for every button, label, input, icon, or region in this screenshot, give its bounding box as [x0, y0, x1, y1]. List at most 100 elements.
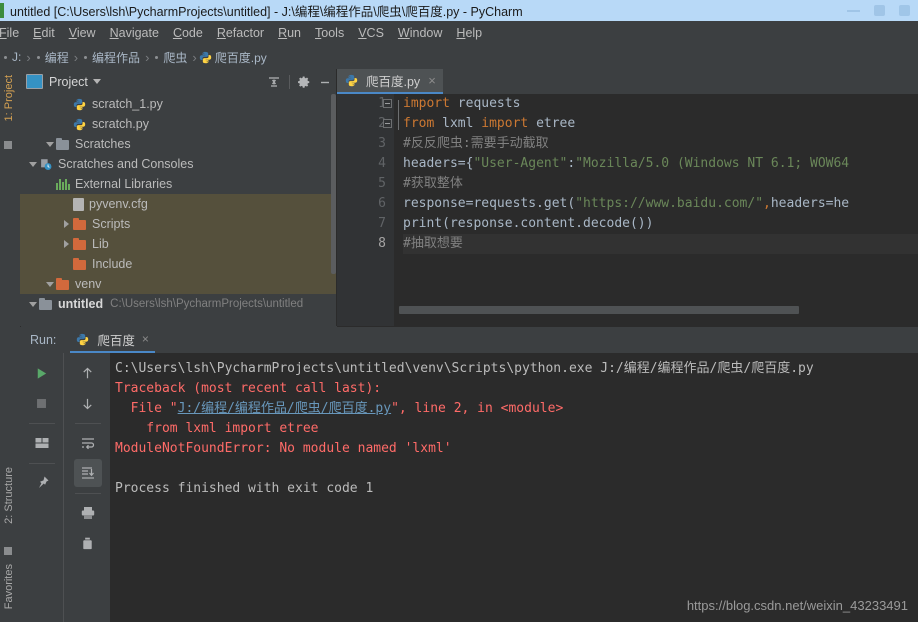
- tree-node-scratch-py[interactable]: scratch.py: [20, 114, 336, 134]
- menu-item-help[interactable]: Help: [449, 24, 489, 42]
- rerun-icon[interactable]: [28, 359, 56, 387]
- tree-node-include[interactable]: Include: [20, 254, 336, 274]
- tree-toggle-expanded[interactable]: [26, 301, 39, 307]
- scratches-icon: [39, 158, 53, 171]
- menu-item-file[interactable]: File: [0, 24, 26, 42]
- breadcrumb-dot: [4, 55, 7, 59]
- tree-toggle-collapsed[interactable]: [60, 240, 73, 248]
- menu-item-tools[interactable]: Tools: [308, 24, 351, 42]
- chevron-down-icon[interactable]: [92, 79, 101, 84]
- soft-wrap-icon[interactable]: [74, 429, 102, 457]
- tool-window-button-project[interactable]: 1: Project: [3, 75, 15, 121]
- tree-toggle-expanded[interactable]: [43, 141, 56, 147]
- tree-toggle-collapsed[interactable]: [60, 220, 73, 228]
- tool-window-button-structure[interactable]: 2: Structure: [3, 467, 15, 524]
- down-arrow-icon[interactable]: [74, 389, 102, 417]
- trash-icon[interactable]: [74, 529, 102, 557]
- breadcrumb-item-2[interactable]: 编程作品 ›: [80, 49, 151, 66]
- layout-icon[interactable]: [28, 429, 56, 457]
- breadcrumb-item-4[interactable]: 爬百度.py: [199, 49, 267, 66]
- tree-node-label: Lib: [92, 237, 109, 251]
- editor-tab-active[interactable]: 爬百度.py ×: [337, 69, 443, 94]
- editor-body[interactable]: 12345678 import requestsfrom lxml import…: [337, 94, 918, 326]
- run-console-output[interactable]: C:\Users\lsh\PycharmProjects\untitled\ve…: [110, 353, 918, 622]
- code-token: import: [403, 96, 450, 111]
- tree-node-external-libraries[interactable]: External Libraries: [20, 174, 336, 194]
- console-file-link[interactable]: J:/编程/编程作品/爬虫/爬百度.py: [178, 401, 391, 416]
- breadcrumb-item-1[interactable]: 编程 ›: [33, 49, 80, 66]
- breadcrumb-label: 爬百度.py: [214, 50, 267, 65]
- line-number: 4: [378, 156, 386, 171]
- code-content[interactable]: import requests from lxml import etree #反反…: [394, 94, 918, 326]
- folder-icon: [73, 257, 87, 270]
- breadcrumb-label: 编程作品: [92, 50, 141, 65]
- hide-icon[interactable]: [315, 72, 335, 92]
- code-token: "Mozilla/5.0 (Windows NT 6.1; WOW64: [575, 156, 850, 171]
- editor-horizontal-scrollbar[interactable]: [399, 306, 904, 314]
- breadcrumb-separator: ›: [73, 49, 79, 65]
- breadcrumb-item-0[interactable]: J: ›: [0, 50, 33, 65]
- code-token: #抽取想要: [403, 236, 463, 251]
- console-line: Traceback (most recent call last):: [115, 379, 918, 399]
- code-line: response=requests.get("https://www.baidu…: [403, 194, 918, 214]
- tree-toggle-expanded[interactable]: [26, 161, 39, 167]
- run-tool-window: Run: 爬百度 × C:\Users\lsh\PycharmProjects\…: [20, 327, 918, 622]
- close-button[interactable]: [899, 5, 910, 16]
- stop-icon[interactable]: [28, 389, 56, 417]
- code-token: headers={: [403, 156, 474, 171]
- project-panel-header: Project: [20, 69, 336, 94]
- breadcrumb-dot: [84, 55, 88, 59]
- menu-item-refactor[interactable]: Refactor: [210, 24, 271, 42]
- code-token: from: [403, 116, 435, 131]
- tree-toggle-expanded[interactable]: [43, 281, 56, 287]
- tree-node-scripts[interactable]: Scripts: [20, 214, 336, 234]
- print-icon[interactable]: [74, 499, 102, 527]
- menu-item-window[interactable]: Window: [391, 24, 449, 42]
- run-configuration-tab[interactable]: 爬百度 ×: [70, 327, 155, 353]
- close-icon[interactable]: ×: [428, 73, 436, 88]
- breadcrumb-separator: ›: [145, 49, 150, 65]
- gear-icon[interactable]: [294, 72, 314, 92]
- tree-node-scratches-and-consoles[interactable]: Scratches and Consoles: [20, 154, 336, 174]
- project-panel-title: Project: [49, 74, 88, 89]
- left-tool-window-strip: 1: Project 2: Structure Favorites: [0, 69, 21, 622]
- code-line: from lxml import etree: [403, 114, 918, 134]
- up-arrow-icon[interactable]: [74, 359, 102, 387]
- console-text: ", line 2, in <module>: [391, 401, 564, 416]
- editor-gutter[interactable]: 12 3 4 5 6 7 8: [337, 94, 394, 326]
- maximize-button[interactable]: [874, 5, 885, 16]
- tree-node-lib[interactable]: Lib: [20, 234, 336, 254]
- menu-item-edit[interactable]: Edit: [26, 24, 62, 42]
- console-line: C:\Users\lsh\PycharmProjects\untitled\ve…: [115, 359, 918, 379]
- console-line: Process finished with exit code 1: [115, 479, 918, 499]
- menu-item-vcs[interactable]: VCS: [351, 24, 391, 42]
- close-icon[interactable]: ×: [142, 332, 149, 346]
- tree-node-label: Scratches: [75, 137, 131, 151]
- breadcrumb-item-3[interactable]: 爬虫 ›: [151, 49, 198, 66]
- tree-node-scratch_1-py[interactable]: scratch_1.py: [20, 94, 336, 114]
- code-line: import requests: [403, 94, 918, 114]
- fold-toggle-icon[interactable]: [383, 99, 392, 108]
- tree-node-pyvenv-cfg[interactable]: pyvenv.cfg: [20, 194, 336, 214]
- console-text: Process finished with exit code 1: [115, 481, 374, 496]
- code-token: requests: [449, 96, 521, 111]
- tree-node-scratches[interactable]: Scratches: [20, 134, 336, 154]
- tree-node-label: pyvenv.cfg: [89, 197, 148, 211]
- minimize-button[interactable]: [847, 9, 860, 12]
- menu-item-navigate[interactable]: Navigate: [103, 24, 166, 42]
- folder-icon: [39, 297, 53, 310]
- menu-item-code[interactable]: Code: [166, 24, 210, 42]
- collapse-all-icon[interactable]: [264, 72, 284, 92]
- fold-toggle-icon[interactable]: [383, 119, 392, 128]
- tree-node-untitled[interactable]: untitled C:\Users\lsh\PycharmProjects\unt…: [20, 294, 336, 314]
- pin-icon[interactable]: [28, 469, 56, 497]
- tool-window-button-favorites[interactable]: Favorites: [3, 564, 15, 609]
- menu-item-run[interactable]: Run: [271, 24, 308, 42]
- code-token: print(response.content.decode()): [403, 216, 654, 231]
- menu-item-view[interactable]: View: [62, 24, 103, 42]
- tree-node-venv[interactable]: venv: [20, 274, 336, 294]
- scroll-to-end-icon[interactable]: [73, 459, 102, 487]
- project-tree[interactable]: scratch_1.py scratch.py Scratches Scratches…: [20, 94, 336, 326]
- window-controls[interactable]: [847, 5, 910, 16]
